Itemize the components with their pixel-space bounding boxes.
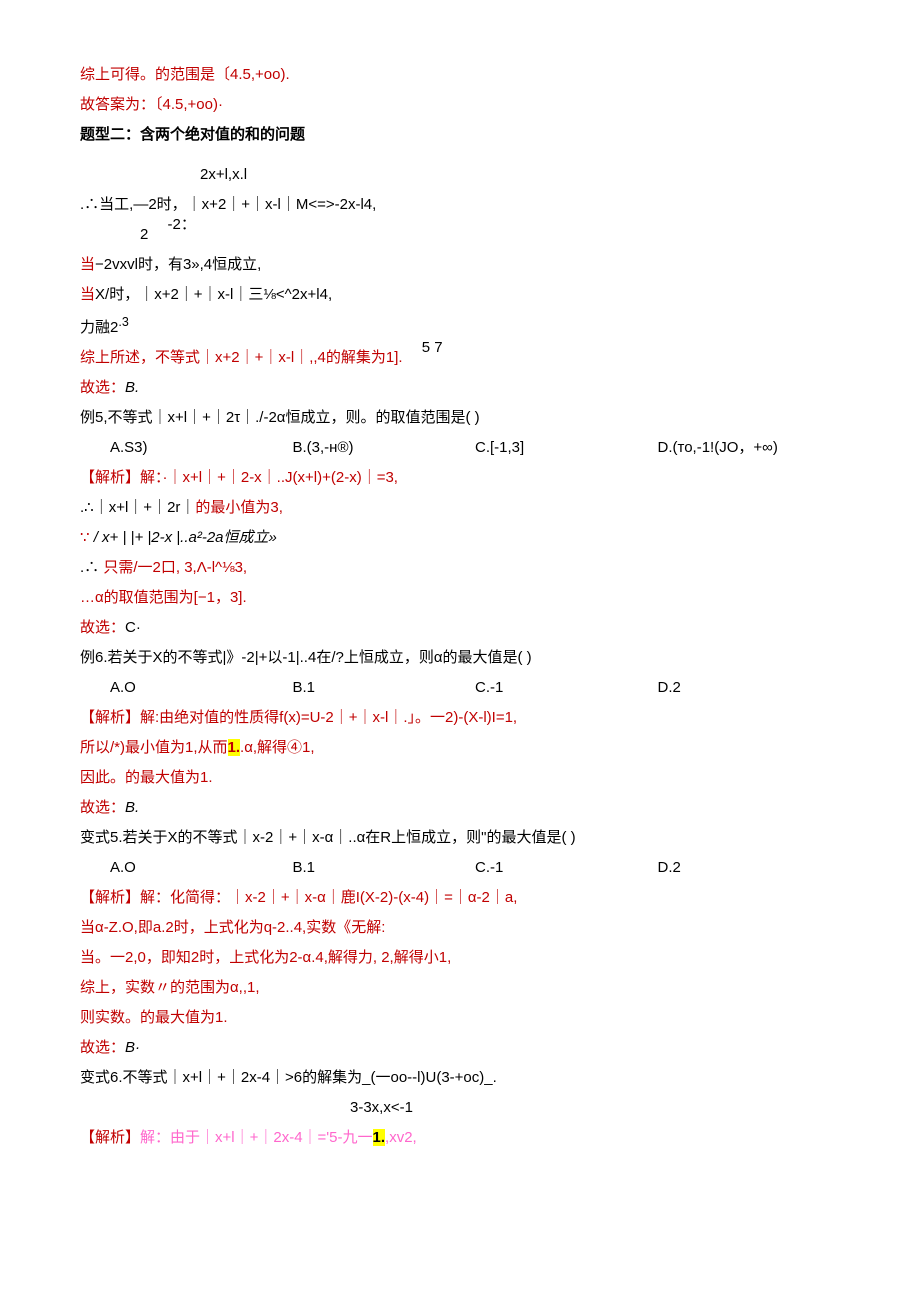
analysis-v5-line-1: 【解析】解：化简得：｜x-2｜+｜x-α｜鹿I(X-2)-(x-4)｜=｜α-2… [80, 883, 840, 913]
summary-sup-1: 5 7 [407, 339, 443, 356]
choice-value-4: B· [125, 1039, 140, 1056]
opt-3-a: A.O [80, 853, 293, 883]
answer-line-1: 故答案为：〔4.5,+oo)· [80, 90, 840, 120]
example-6: 例6.若关于X的不等式|》-2|+以-1|..4在/?上恒成立，则α的最大值是(… [80, 643, 840, 673]
opt-1-b: B.(3,-н®) [293, 433, 476, 463]
case-line-2: 当−2vxvl时，有3»,4恒成立, [80, 250, 840, 280]
opt-3-c: C.-1 [475, 853, 658, 883]
since-label-1: ∵ [80, 529, 94, 546]
opt-1-d: D.(то,-1!(JO，+∞) [658, 433, 841, 463]
section-title-2: 题型二：含两个绝对值的和的问题 [80, 120, 840, 150]
analysis-5-range: …α的取值范围为[−1，3]. [80, 583, 840, 613]
opt-1-a: A.S3) [80, 433, 293, 463]
analysis-6-line-1: 【解析】解:由绝对值的性质得f(x)=U-2｜+｜x-l｜.」。一2)-(X-l… [80, 703, 840, 733]
when-label-1: 当 [80, 256, 95, 273]
analysis-5-line-1: 【解析】解：·｜x+l｜+｜2-x｜..J(x+l)+(2-x)｜=3, [80, 463, 840, 493]
choice-result-4: 故选：B· [80, 1033, 840, 1063]
case-text-2: −2vxvl时，有3»,4恒成立, [95, 256, 261, 273]
analysis-label-v6: 【解析】 [80, 1129, 140, 1146]
frac-sup-2: .3 [118, 315, 128, 329]
frac-num: -2： [153, 216, 196, 233]
analysis-6-so: 所以/*) [80, 739, 125, 756]
choice-result-2: 故选：C· [80, 613, 840, 643]
analysis-5-expr: .∴｜x+l｜+｜2r｜ [80, 499, 195, 516]
example-5: 例5,不等式｜x+l｜+｜2τ｜./-2α恒成立，则。的取值范围是( ) [80, 403, 840, 433]
options-row-1: A.S3) B.(3,-н®) C.[-1,3] D.(то,-1!(JO，+∞… [80, 433, 840, 463]
options-row-3: A.O B.1 C.-1 D.2 [80, 853, 840, 883]
when-label-3: 当 [80, 919, 95, 936]
choice-value-2: C· [125, 619, 141, 636]
highlight-2: 1. [373, 1129, 386, 1146]
frac-base-2: 力融2 [80, 319, 118, 336]
opt-2-c: C.-1 [475, 673, 658, 703]
frac-line-1: 2 -2： [80, 220, 840, 250]
options-row-2: A.O B.1 C.-1 D.2 [80, 673, 840, 703]
analysis-5-line-3: ∵ / x+ | |+ |2-x |..a²-2a恒成立» [80, 523, 840, 553]
analysis-5-ineq: / x+ | |+ |2-x |..a²-2a恒成立» [94, 529, 277, 546]
highlight-1: 1. [228, 739, 241, 756]
opt-1-c: C.[-1,3] [475, 433, 658, 463]
therefore-symbol-1: .∴ [80, 559, 103, 576]
variant-6: 变式6.不等式｜x+l｜+｜2x-4｜>6的解集为_(一oo--l)U(3-+o… [80, 1063, 840, 1093]
analysis-5-line-2: .∴｜x+l｜+｜2r｜的最小值为3, [80, 493, 840, 523]
opt-3-d: D.2 [658, 853, 841, 883]
summary-solution-1: 综上所述，不等式｜x+2｜+｜x-l｜,,4的解集为1]. 5 7 [80, 343, 840, 373]
analysis-v5-line-5: 则实数。的最大值为1. [80, 1003, 840, 1033]
piecewise-line-1: 2x+l,x.l [80, 160, 840, 190]
choice-value-1: B. [125, 379, 139, 396]
choice-result-1: 故选：B. [80, 373, 840, 403]
analysis-v5-line-4: 综上，实数〃的范围为α,,1, [80, 973, 840, 1003]
analysis-5-line-4: .∴ 只需/一2口, 3,Λ-l^⅛3, [80, 553, 840, 583]
analysis-v5-line-3: 当。一2,0，即知2时，上式化为2-α.4,解得力, 2,解得小1, [80, 943, 840, 973]
variant-5: 变式5.若关于X的不等式｜x-2｜+｜x-α｜..α在R上恒成立，则"的最大值是… [80, 823, 840, 853]
analysis-v5-case1: α-Z.O,即a.2时，上式化为q-2..4,实数《无解: [95, 919, 385, 936]
when-label-2: 当 [80, 286, 95, 303]
frac-denom: 2 [80, 226, 148, 243]
summary-line-1: 综上可得。的范围是〔4.5,+oo). [80, 60, 840, 90]
summary-red-1: 综上所述，不等式｜x+2｜+｜x-l｜,,4的解集为1]. [80, 349, 403, 366]
choice-label-4: 故选： [80, 1039, 125, 1056]
case-line-3: 当X/时，｜x+2｜+｜x-l｜三⅛<^2x+l4, [80, 280, 840, 310]
choice-value-3: B. [125, 799, 139, 816]
analysis-5-need: 只需/一2口, 3,Λ-l^⅛3, [103, 559, 247, 576]
opt-3-b: B.1 [293, 853, 476, 883]
analysis-v5-line-2: 当α-Z.O,即a.2时，上式化为q-2..4,实数《无解: [80, 913, 840, 943]
case-text-3: X/时，｜x+2｜+｜x-l｜三⅛<^2x+l4, [95, 286, 332, 303]
analysis-6-line-2: 所以/*)最小值为1,从而1..α,解得④1, [80, 733, 840, 763]
frac-line-2: 力融2.3 [80, 310, 840, 343]
opt-2-b: B.1 [293, 673, 476, 703]
analysis-v6-line-1: 【解析】解：由于｜x+l｜+｜2x-4｜='5-九一1.,xv2, [80, 1123, 840, 1153]
choice-result-3: 故选：B. [80, 793, 840, 823]
analysis-5-min: 的最小值为3, [195, 499, 283, 516]
analysis-6-min: 最小值为1,从而 [125, 739, 228, 756]
analysis-6-solve: .α,解得④1, [240, 739, 315, 756]
choice-label-1: 故选： [80, 379, 125, 396]
analysis-6-max: 因此。的最大值为1. [80, 763, 840, 793]
analysis-v6-tail: ,xv2, [385, 1129, 417, 1146]
opt-2-d: D.2 [658, 673, 841, 703]
choice-label-3: 故选： [80, 799, 125, 816]
choice-label-2: 故选： [80, 619, 125, 636]
piecewise-line-2: 3-3x,x<-1 [80, 1093, 840, 1123]
analysis-v6-text: 解：由于｜x+l｜+｜2x-4｜='5-九一 [140, 1129, 373, 1146]
opt-2-a: A.O [80, 673, 293, 703]
